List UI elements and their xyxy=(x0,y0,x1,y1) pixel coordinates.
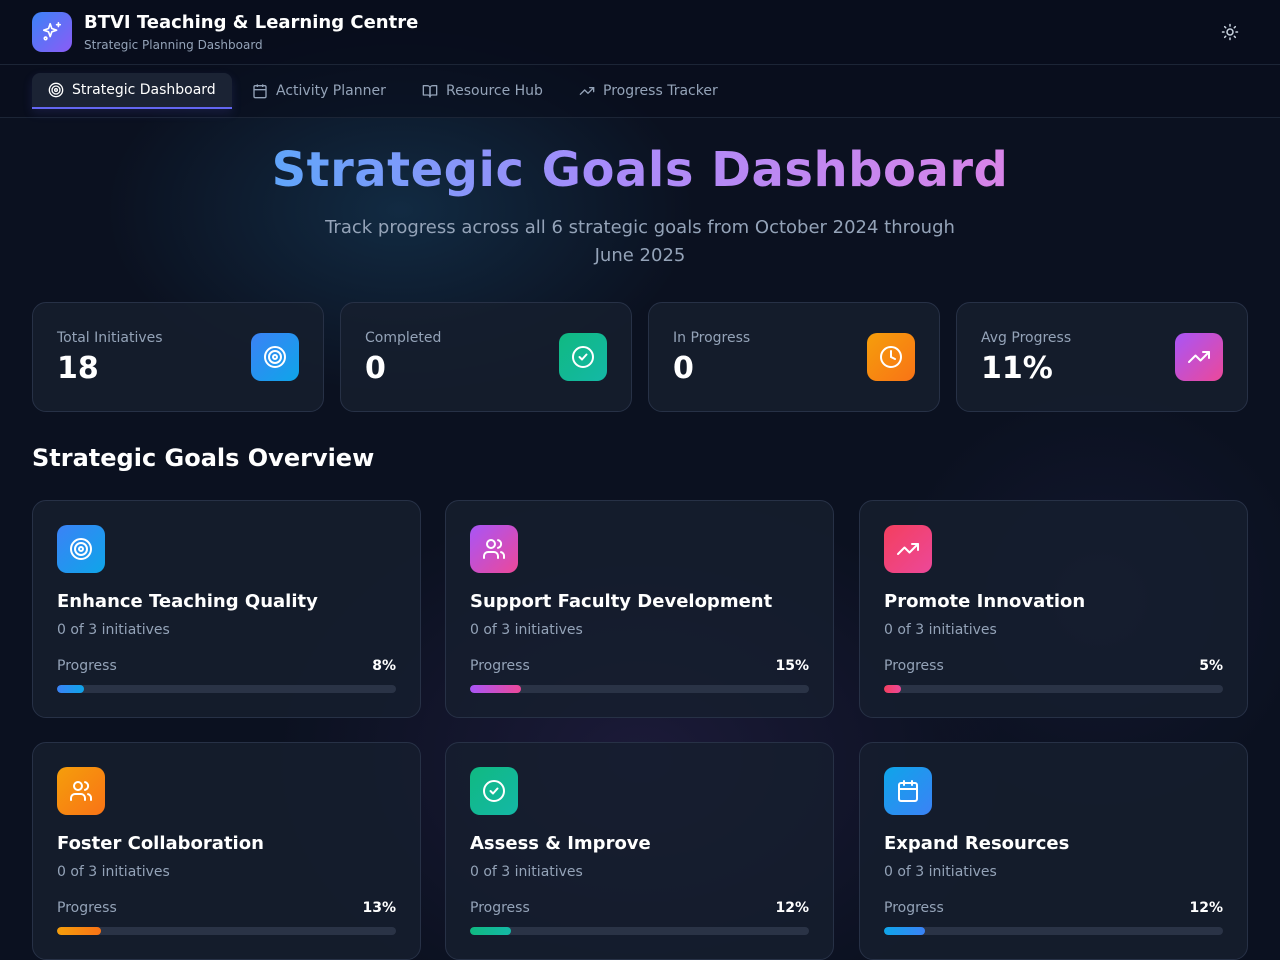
sparkles-icon xyxy=(32,12,72,52)
progress-bar xyxy=(57,685,396,693)
stat-card-completed: Completed 0 xyxy=(340,302,632,412)
tab-label: Strategic Dashboard xyxy=(72,82,216,98)
goal-title: Expand Resources xyxy=(884,833,1070,854)
tab-label: Progress Tracker xyxy=(603,83,718,99)
goal-card-expand-resources[interactable]: Expand Resources 0 of 3 initiatives Prog… xyxy=(859,742,1248,960)
progress-label: Progress xyxy=(884,900,944,916)
stat-card-in-progress: In Progress 0 xyxy=(648,302,940,412)
progress-value: 5% xyxy=(1199,658,1223,674)
progress-value: 15% xyxy=(775,658,809,674)
target-icon xyxy=(251,333,299,381)
goal-initiative-count: 0 of 3 initiatives xyxy=(470,622,583,638)
goal-card-assess-improve[interactable]: Assess & Improve 0 of 3 initiatives Prog… xyxy=(445,742,834,960)
progress-bar xyxy=(884,685,1223,693)
page-title: Strategic Goals Dashboard xyxy=(271,142,1009,198)
progress-bar-fill xyxy=(57,685,85,693)
progress-bar-fill xyxy=(57,927,102,935)
target-icon xyxy=(48,82,64,98)
calendar-icon xyxy=(884,767,932,815)
tab-label: Resource Hub xyxy=(446,83,543,99)
theme-toggle-button[interactable] xyxy=(1216,18,1244,46)
goal-title: Enhance Teaching Quality xyxy=(57,591,318,612)
app-title: BTVI Teaching & Learning Centre xyxy=(84,12,419,33)
progress-bar xyxy=(470,685,809,693)
section-title: Strategic Goals Overview xyxy=(32,444,375,472)
tab-label: Activity Planner xyxy=(276,83,386,99)
progress-label: Progress xyxy=(57,658,117,674)
goal-card-foster-collaboration[interactable]: Foster Collaboration 0 of 3 initiatives … xyxy=(32,742,421,960)
target-icon xyxy=(57,525,105,573)
stat-value: 11% xyxy=(981,351,1053,386)
trending-up-icon xyxy=(1175,333,1223,381)
stat-value: 0 xyxy=(365,351,386,386)
progress-bar-fill xyxy=(884,685,901,693)
goal-initiative-count: 0 of 3 initiatives xyxy=(884,864,997,880)
progress-bar xyxy=(884,927,1223,935)
stat-label: Total Initiatives xyxy=(57,330,163,346)
progress-value: 12% xyxy=(1189,900,1223,916)
goal-title: Promote Innovation xyxy=(884,591,1086,612)
progress-label: Progress xyxy=(470,900,530,916)
goal-initiative-count: 0 of 3 initiatives xyxy=(470,864,583,880)
stat-value: 18 xyxy=(57,351,99,386)
tab-progress-tracker[interactable]: Progress Tracker xyxy=(563,73,734,109)
progress-value: 12% xyxy=(775,900,809,916)
progress-label: Progress xyxy=(470,658,530,674)
users-icon xyxy=(470,525,518,573)
progress-bar xyxy=(57,927,396,935)
check-circle-icon xyxy=(559,333,607,381)
app-subtitle: Strategic Planning Dashboard xyxy=(84,38,263,52)
goal-card-promote-innovation[interactable]: Promote Innovation 0 of 3 initiatives Pr… xyxy=(859,500,1248,718)
goal-initiative-count: 0 of 3 initiatives xyxy=(884,622,997,638)
users-icon xyxy=(57,767,105,815)
goal-initiative-count: 0 of 3 initiatives xyxy=(57,622,170,638)
progress-bar xyxy=(470,927,809,935)
page-subtitle: Track progress across all 6 strategic go… xyxy=(325,217,955,266)
goal-card-support-faculty-development[interactable]: Support Faculty Development 0 of 3 initi… xyxy=(445,500,834,718)
main-tabs: Strategic Dashboard Activity Planner Res… xyxy=(0,65,1280,118)
trending-up-icon xyxy=(884,525,932,573)
stat-label: Avg Progress xyxy=(981,330,1072,346)
progress-value: 13% xyxy=(362,900,396,916)
progress-bar-fill xyxy=(470,685,521,693)
stat-value: 0 xyxy=(673,351,694,386)
goal-title: Foster Collaboration xyxy=(57,833,264,854)
progress-label: Progress xyxy=(57,900,117,916)
stat-card-total-initiatives: Total Initiatives 18 xyxy=(32,302,324,412)
goal-title: Support Faculty Development xyxy=(470,591,773,612)
stat-label: In Progress xyxy=(673,330,751,346)
trending-up-icon xyxy=(579,83,595,99)
progress-bar-fill xyxy=(884,927,925,935)
sun-icon xyxy=(1221,23,1239,41)
stat-label: Completed xyxy=(365,330,442,346)
tab-activity-planner[interactable]: Activity Planner xyxy=(236,73,402,109)
clock-icon xyxy=(867,333,915,381)
tab-resource-hub[interactable]: Resource Hub xyxy=(406,73,559,109)
progress-value: 8% xyxy=(372,658,396,674)
stat-card-avg-progress: Avg Progress 11% xyxy=(956,302,1248,412)
goal-card-enhance-teaching-quality[interactable]: Enhance Teaching Quality 0 of 3 initiati… xyxy=(32,500,421,718)
goal-title: Assess & Improve xyxy=(470,833,651,854)
progress-bar-fill xyxy=(470,927,511,935)
top-bar: BTVI Teaching & Learning Centre Strategi… xyxy=(0,0,1280,65)
progress-label: Progress xyxy=(884,658,944,674)
goal-initiative-count: 0 of 3 initiatives xyxy=(57,864,170,880)
book-open-icon xyxy=(422,83,438,99)
check-circle-icon xyxy=(470,767,518,815)
tab-strategic-dashboard[interactable]: Strategic Dashboard xyxy=(32,73,232,109)
calendar-icon xyxy=(252,83,268,99)
